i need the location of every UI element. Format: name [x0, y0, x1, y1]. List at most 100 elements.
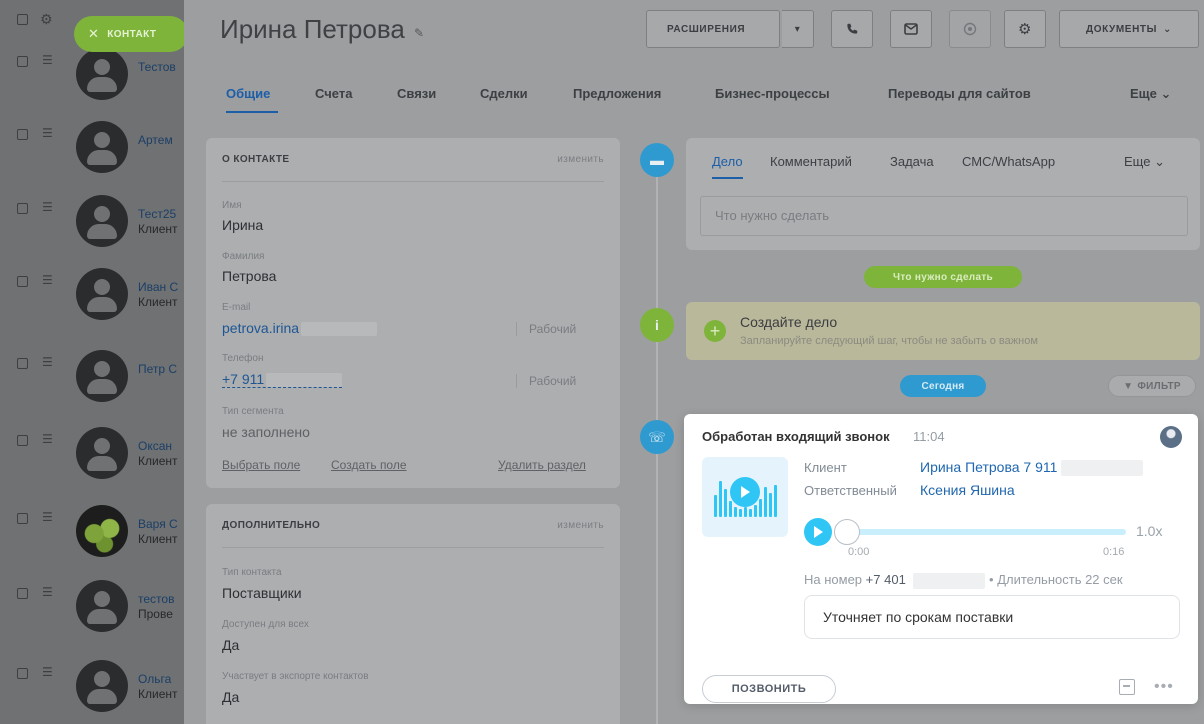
play-icon — [814, 526, 823, 538]
call-button[interactable]: ПОЗВОНИТЬ — [702, 675, 836, 703]
create-activity-card[interactable]: + Создайте дело Запланируйте следующий ш… — [686, 302, 1200, 360]
contact-name[interactable]: Артем — [138, 133, 173, 147]
extensions-button[interactable]: РАСШИРЕНИЯ — [646, 10, 780, 48]
create-activity-hint: Запланируйте следующий шаг, чтобы не заб… — [740, 335, 1038, 347]
gear-icon[interactable]: ⚙ — [40, 11, 53, 27]
messenger-button[interactable] — [949, 10, 991, 48]
contact-name[interactable]: Иван С — [138, 280, 178, 294]
list-item[interactable]: ☰ Тест25 Клиент — [0, 195, 184, 265]
contact-name[interactable]: Оксан — [138, 439, 172, 453]
list-item[interactable]: ☰ Ольга Клиент — [0, 660, 184, 724]
row-checkbox[interactable] — [17, 203, 28, 214]
contact-name[interactable]: Варя С — [138, 517, 178, 531]
row-checkbox[interactable] — [17, 276, 28, 287]
contact-name[interactable]: Тестов — [138, 60, 176, 74]
info-icon: i — [640, 308, 674, 342]
contact-name[interactable]: Петр С — [138, 362, 177, 376]
row-checkbox[interactable] — [17, 435, 28, 446]
menu-icon[interactable]: ☰ — [42, 510, 53, 524]
contact-name[interactable]: Тест25 — [138, 207, 176, 221]
more-icon[interactable]: ••• — [1154, 678, 1174, 696]
contact-type: Клиент — [138, 222, 178, 236]
play-icon[interactable] — [730, 477, 760, 507]
row-checkbox[interactable] — [17, 513, 28, 524]
tab-activity[interactable]: Дело — [712, 154, 743, 179]
tab-site-translations[interactable]: Переводы для сайтов — [888, 86, 1031, 101]
add-contact-button[interactable]: ✕ КОНТАКТ — [74, 16, 184, 52]
menu-icon[interactable]: ☰ — [42, 126, 53, 140]
tab-invoices[interactable]: Счета — [315, 86, 352, 101]
menu-icon[interactable]: ☰ — [42, 200, 53, 214]
list-item[interactable]: ☰ Тестов — [0, 48, 184, 118]
player-progress-knob[interactable] — [834, 519, 860, 545]
tab-links[interactable]: Связи — [397, 86, 436, 101]
avatar[interactable] — [1160, 426, 1182, 448]
tab-business-processes[interactable]: Бизнес-процессы — [715, 86, 830, 101]
tab-general[interactable]: Общие — [226, 86, 270, 101]
menu-icon[interactable]: ☰ — [42, 355, 53, 369]
tab-more[interactable]: Еще ⌄ — [1130, 86, 1171, 102]
responsible-link[interactable]: Ксения Яшина — [920, 482, 1015, 498]
list-item[interactable]: ☰ тестов Прове — [0, 580, 184, 650]
email-link[interactable]: petrova.irina — [222, 320, 378, 337]
list-item[interactable]: ☰ Артем — [0, 121, 184, 191]
activity-input[interactable]: Что нужно сделать — [700, 196, 1188, 236]
menu-icon[interactable]: ☰ — [42, 432, 53, 446]
settings-button[interactable]: ⚙ — [1004, 10, 1046, 48]
edit-link[interactable]: изменить — [557, 520, 604, 531]
play-button[interactable] — [804, 518, 832, 546]
tab-comment[interactable]: Комментарий — [770, 154, 852, 169]
row-checkbox[interactable] — [17, 358, 28, 369]
phone-icon: ☏ — [640, 420, 674, 454]
email-button[interactable] — [890, 10, 932, 48]
contact-name[interactable]: Ольга — [138, 672, 171, 686]
phone-link[interactable]: +7 911 — [222, 371, 343, 389]
tab-deals[interactable]: Сделки — [480, 86, 528, 101]
phone-button[interactable] — [831, 10, 873, 48]
menu-icon[interactable]: ☰ — [42, 53, 53, 67]
activity-editor: Дело Комментарий Задача СМС/WhatsApp Еще… — [686, 138, 1200, 250]
contact-name[interactable]: тестов — [138, 592, 174, 606]
avatar — [76, 350, 128, 402]
create-activity-title: Создайте дело — [740, 314, 838, 330]
divider — [222, 181, 604, 182]
row-checkbox[interactable] — [17, 129, 28, 140]
list-item[interactable]: ☰ Петр С — [0, 350, 184, 420]
avatar — [76, 268, 128, 320]
avatar — [76, 660, 128, 712]
menu-icon[interactable]: ☰ — [42, 665, 53, 679]
player-time-end: 0:16 — [1103, 546, 1125, 558]
field-label: E-mail — [222, 302, 251, 313]
edit-link[interactable]: изменить — [557, 154, 604, 165]
call-comment[interactable]: Уточняет по срокам поставки — [804, 595, 1180, 639]
select-all-checkbox[interactable] — [17, 14, 28, 25]
tab-sms[interactable]: СМС/WhatsApp — [962, 154, 1055, 169]
documents-button[interactable]: ДОКУМЕНТЫ ⌄ — [1059, 10, 1199, 48]
extensions-dropdown[interactable]: ▾ — [782, 10, 814, 48]
menu-icon[interactable]: ☰ — [42, 585, 53, 599]
row-checkbox[interactable] — [17, 588, 28, 599]
field-label: Телефон — [222, 353, 264, 364]
delete-section-link[interactable]: Удалить раздел — [498, 458, 586, 472]
field-label: Имя — [222, 200, 242, 211]
row-checkbox[interactable] — [17, 668, 28, 679]
extensions-label: РАСШИРЕНИЯ — [667, 23, 746, 35]
list-item[interactable]: ☰ Варя С Клиент — [0, 505, 184, 575]
select-field-link[interactable]: Выбрать поле — [222, 458, 300, 472]
contact-type-value: Поставщики — [222, 585, 302, 601]
tab-more[interactable]: Еще ⌄ — [1124, 154, 1165, 170]
pencil-icon[interactable]: ✎ — [414, 26, 424, 40]
row-checkbox[interactable] — [17, 56, 28, 67]
tab-task[interactable]: Задача — [890, 154, 934, 169]
contact-type: Прове — [138, 607, 173, 621]
filter-button[interactable]: ▼ ФИЛЬТР — [1108, 375, 1196, 397]
client-link[interactable]: Ирина Петрова 7 911 — [920, 459, 1144, 477]
menu-icon[interactable]: ☰ — [42, 273, 53, 287]
player-speed[interactable]: 1.0x — [1136, 523, 1162, 539]
tab-offers[interactable]: Предложения — [573, 86, 661, 101]
note-icon[interactable] — [1119, 679, 1135, 695]
player-progress-track[interactable] — [844, 529, 1126, 535]
create-field-link[interactable]: Создать поле — [331, 458, 407, 472]
list-item[interactable]: ☰ Оксан Клиент — [0, 427, 184, 497]
list-item[interactable]: ☰ Иван С Клиент — [0, 268, 184, 338]
